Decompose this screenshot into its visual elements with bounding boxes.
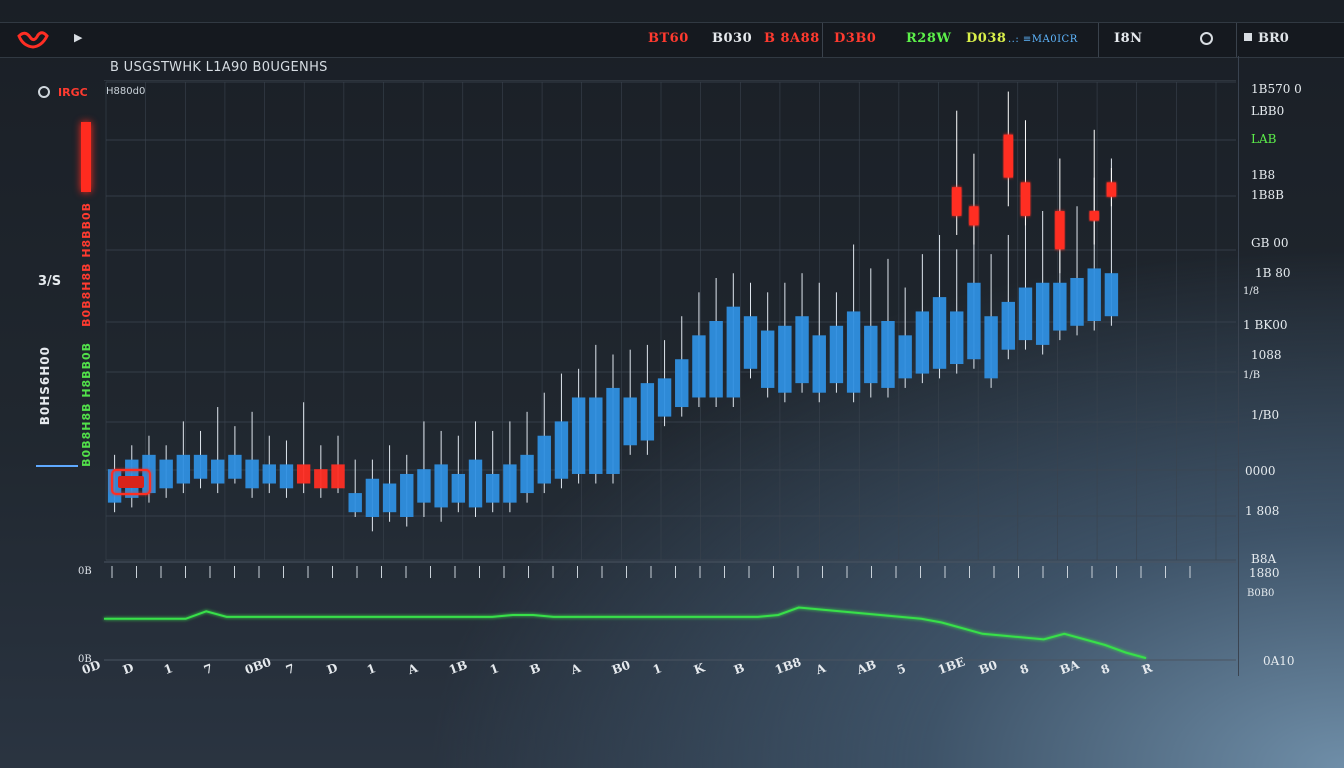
candle-body — [692, 335, 706, 398]
candle-body — [846, 311, 861, 393]
candle-body — [1070, 277, 1084, 326]
candle-body — [915, 311, 930, 374]
candle-body — [159, 459, 173, 489]
price-label: B0B0 — [1247, 588, 1275, 599]
candle-body — [348, 493, 362, 513]
indicator-line — [104, 606, 1147, 660]
candle-body — [400, 473, 414, 517]
candle-body — [984, 316, 998, 379]
candle-body — [743, 316, 758, 369]
candle-body — [571, 397, 586, 474]
candle-body — [657, 378, 672, 417]
price-label: LAB — [1251, 132, 1277, 146]
price-label: 1880 — [1249, 566, 1280, 580]
candle-body — [537, 435, 551, 484]
candle-body — [554, 421, 569, 479]
candle-body-highlight — [1020, 182, 1031, 216]
candle-body — [193, 454, 208, 479]
price-label: GB 00 — [1251, 236, 1289, 250]
candle-body — [262, 464, 276, 484]
candle-body — [142, 454, 156, 494]
candle-body — [485, 473, 500, 503]
price-label: 1B570 0 — [1251, 82, 1302, 96]
candle-body — [176, 454, 191, 484]
indicator-top-label: 0B — [78, 566, 92, 577]
candle-body — [589, 397, 603, 474]
candle-body — [211, 459, 225, 484]
candle-body — [726, 306, 741, 398]
price-label: B8A — [1251, 552, 1277, 566]
candle-body — [640, 383, 655, 441]
candle-body — [417, 469, 431, 503]
candle-body — [760, 330, 775, 388]
candle-body — [451, 473, 466, 503]
candle-body — [331, 464, 345, 489]
candle-body — [881, 321, 895, 388]
candle-body — [675, 359, 689, 408]
price-label: 0A10 — [1263, 654, 1295, 668]
candle-body-highlight — [1106, 182, 1117, 197]
price-label: 1 808 — [1245, 504, 1280, 518]
candle-body — [967, 282, 981, 360]
price-label: 1B 80 — [1255, 266, 1291, 280]
candle-body — [1087, 268, 1101, 321]
candle-body — [468, 459, 483, 508]
candle-body — [1104, 273, 1119, 317]
price-badge-fill — [118, 476, 144, 488]
price-label: 1B8 — [1251, 168, 1276, 182]
candle-body — [950, 311, 964, 365]
indicator-bottom-label: 0B — [78, 654, 92, 665]
candle-body-highlight — [1089, 211, 1099, 221]
candlestick-chart[interactable] — [0, 0, 1344, 768]
candle-body — [778, 325, 792, 393]
price-label: 1/B — [1243, 370, 1261, 381]
candle-body — [709, 321, 723, 398]
candle-body — [1001, 301, 1015, 350]
candle-body — [795, 316, 809, 384]
candle-body — [365, 478, 380, 517]
candle-body — [1053, 282, 1067, 331]
candle-body — [520, 454, 534, 494]
candle-body-highlight — [969, 206, 979, 226]
candle-body — [503, 464, 517, 503]
candle-body — [932, 297, 947, 369]
candle-body-highlight — [1055, 211, 1065, 250]
price-label: LBB0 — [1251, 104, 1285, 118]
candle-body-highlight — [1003, 134, 1013, 178]
price-label: 1088 — [1251, 348, 1282, 362]
candle-body — [296, 464, 311, 484]
candle-body — [1035, 282, 1050, 345]
price-label: 1/B0 — [1251, 408, 1280, 422]
candle-body — [829, 325, 844, 384]
candle-body — [812, 335, 826, 393]
candle-body-highlight — [952, 187, 962, 216]
candle-body — [314, 469, 328, 489]
price-label: 1 BK00 — [1243, 318, 1288, 332]
candle-body — [382, 483, 397, 513]
candle-body — [279, 464, 294, 489]
price-axis: 1B570 0 LBB0 LAB 1B8 1B8B GB 00 1B 80 1/8 1 BK00… — [1238, 56, 1344, 676]
candle-body — [245, 459, 259, 489]
candle-body — [864, 325, 878, 384]
price-label: 1B8B — [1251, 188, 1284, 202]
price-label: 1/8 — [1243, 286, 1260, 297]
candle-body — [623, 397, 637, 446]
price-label: 0000 — [1245, 464, 1276, 478]
candle-body — [434, 464, 448, 508]
candle-body — [1018, 287, 1033, 341]
candle-body — [228, 454, 242, 479]
candle-body — [606, 387, 620, 474]
candle-body — [898, 335, 912, 379]
